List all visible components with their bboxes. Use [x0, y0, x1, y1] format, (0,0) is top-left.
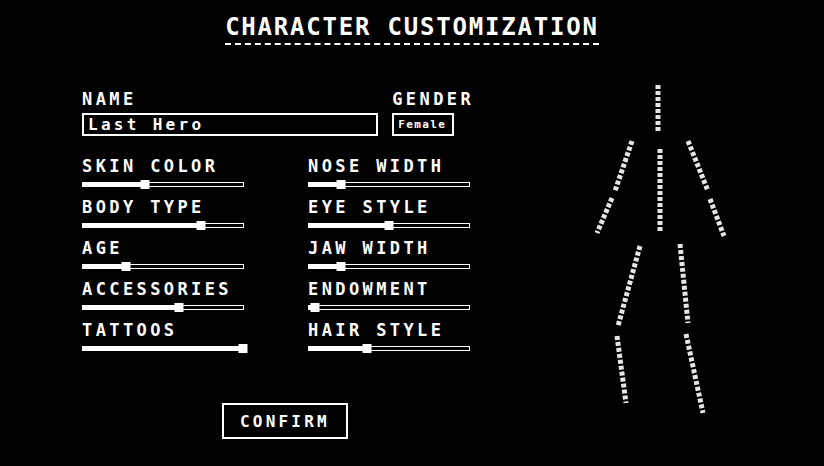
slider-track[interactable]	[308, 305, 470, 310]
content: NAME Last Hero GENDER Female SKIN COLOR BODY …	[0, 81, 824, 439]
slider-track[interactable]	[82, 305, 244, 310]
gender-select[interactable]: Female	[392, 113, 454, 136]
slider-knob[interactable]	[141, 180, 150, 189]
slider-track[interactable]	[82, 346, 244, 351]
slider-row: ENDOWMENT	[308, 279, 470, 320]
slider-row: SKIN COLOR	[82, 156, 244, 197]
screen-title: CHARACTER CUSTOMIZATION	[225, 14, 599, 45]
gender-label: GENDER	[392, 89, 482, 109]
slider-label: ACCESSORIES	[82, 279, 244, 299]
slider-row: NOSE WIDTH	[308, 156, 470, 197]
slider-label: JAW WIDTH	[308, 238, 470, 258]
slider-grid: SKIN COLOR BODY TYPE AGE ACCESSORIES TATTOOS…	[82, 156, 482, 361]
slider-row: JAW WIDTH	[308, 238, 470, 279]
header-row: NAME Last Hero GENDER Female	[82, 89, 482, 136]
slider-knob[interactable]	[311, 303, 320, 312]
gender-field: GENDER Female	[392, 89, 482, 136]
slider-track[interactable]	[82, 182, 244, 187]
slider-row: TATTOOS	[82, 320, 244, 361]
slider-label: EYE STYLE	[308, 197, 470, 217]
slider-row: BODY TYPE	[82, 197, 244, 238]
slider-fill	[83, 265, 126, 268]
slider-knob[interactable]	[239, 344, 248, 353]
slider-knob[interactable]	[122, 262, 131, 271]
slider-knob[interactable]	[362, 344, 371, 353]
name-field: NAME Last Hero	[82, 89, 378, 136]
slider-track[interactable]	[308, 223, 470, 228]
slider-label: BODY TYPE	[82, 197, 244, 217]
slider-label: ENDOWMENT	[308, 279, 470, 299]
slider-knob[interactable]	[337, 180, 346, 189]
options-panel: NAME Last Hero GENDER Female SKIN COLOR BODY …	[82, 81, 482, 439]
slider-fill	[83, 306, 179, 309]
slider-fill	[309, 224, 389, 227]
slider-fill	[83, 347, 243, 350]
slider-label: NOSE WIDTH	[308, 156, 470, 176]
slider-knob[interactable]	[385, 221, 394, 230]
slider-knob[interactable]	[197, 221, 206, 230]
stick-figure-icon	[585, 81, 735, 421]
character-customization-screen: CHARACTER CUSTOMIZATION NAME Last Hero GEND…	[0, 0, 824, 466]
slider-row: ACCESSORIES	[82, 279, 244, 320]
slider-label: SKIN COLOR	[82, 156, 244, 176]
name-label: NAME	[82, 89, 378, 109]
slider-track[interactable]	[82, 264, 244, 269]
slider-fill	[83, 224, 201, 227]
slider-knob[interactable]	[337, 262, 346, 271]
slider-track[interactable]	[308, 182, 470, 187]
slider-row: EYE STYLE	[308, 197, 470, 238]
slider-track[interactable]	[308, 264, 470, 269]
name-input[interactable]: Last Hero	[82, 113, 378, 136]
confirm-button[interactable]: CONFIRM	[222, 403, 348, 439]
slider-row: AGE	[82, 238, 244, 279]
slider-fill	[309, 347, 367, 350]
slider-track[interactable]	[82, 223, 244, 228]
slider-track[interactable]	[308, 346, 470, 351]
character-preview	[585, 81, 735, 421]
slider-knob[interactable]	[175, 303, 184, 312]
slider-label: AGE	[82, 238, 244, 258]
slider-row: HAIR STYLE	[308, 320, 470, 361]
slider-label: TATTOOS	[82, 320, 244, 340]
slider-fill	[83, 183, 145, 186]
slider-label: HAIR STYLE	[308, 320, 470, 340]
